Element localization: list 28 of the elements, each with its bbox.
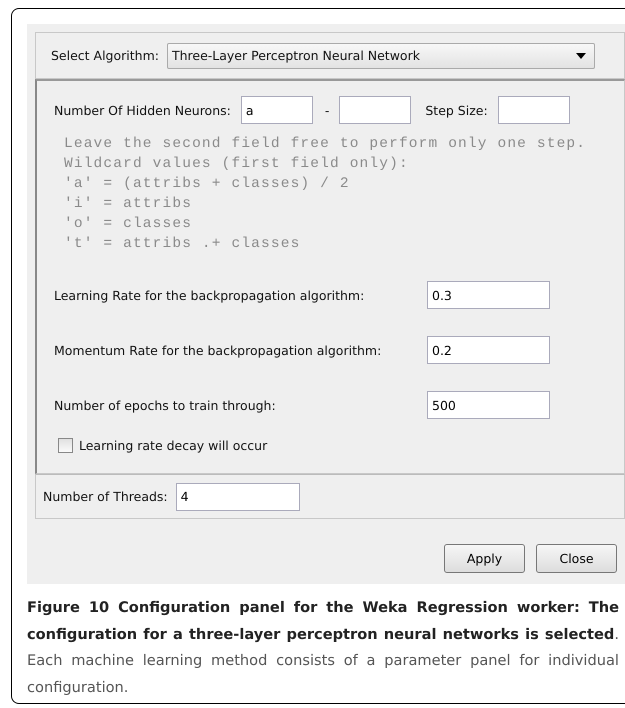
input-field[interactable]: 500: [427, 391, 550, 419]
checkbox[interactable]: [58, 438, 73, 453]
step-size-label: Step Size:: [425, 102, 488, 118]
parameter-label: Learning Rate for the backpropagation algorithm:: [54, 288, 366, 302]
help-text: 'o' = classes: [64, 215, 194, 234]
algorithm-label: Select Algorithm:: [51, 48, 159, 63]
figure-caption: Figure 10 Configuration panel for the Weka Regression worker: The configuration for a three-layer perceptron neural networks is selected. Each machine learning method consists of a parameter panel for individual configuration.: [27, 598, 619, 698]
input-field[interactable]: [339, 96, 412, 124]
threads-label: Number of Threads:: [43, 489, 168, 504]
dialog-button[interactable]: Apply: [444, 544, 525, 573]
help-text: 'i' = attribs: [64, 195, 194, 214]
caret-icon: [576, 52, 586, 58]
input-field[interactable]: [498, 96, 570, 124]
help-text: 't' = attribs .+ classes: [64, 235, 302, 254]
input-field[interactable]: 0.3: [427, 281, 550, 309]
help-text: Leave the second field free to perform only one step.: [64, 135, 588, 154]
range-separator: -: [324, 102, 330, 118]
hidden-neurons-label: Number Of Hidden Neurons:: [54, 102, 231, 118]
checkbox-label: Learning rate decay will occur: [79, 438, 268, 453]
parameter-label: Momentum Rate for the backpropagation algorithm:: [54, 342, 382, 358]
help-text: Wildcard values (first field only):: [64, 155, 410, 174]
dialog-button[interactable]: Close: [536, 544, 617, 573]
algorithm-dropdown[interactable]: Three-Layer Perceptron Neural Network: [166, 42, 595, 68]
input-field[interactable]: 0.2: [427, 336, 550, 364]
parameter-label: Number of epochs to train through:: [54, 398, 277, 412]
help-text: 'a' = (attribs + classes) / 2: [64, 175, 351, 194]
input-field[interactable]: 4: [176, 482, 300, 510]
input-field[interactable]: a: [240, 96, 313, 124]
